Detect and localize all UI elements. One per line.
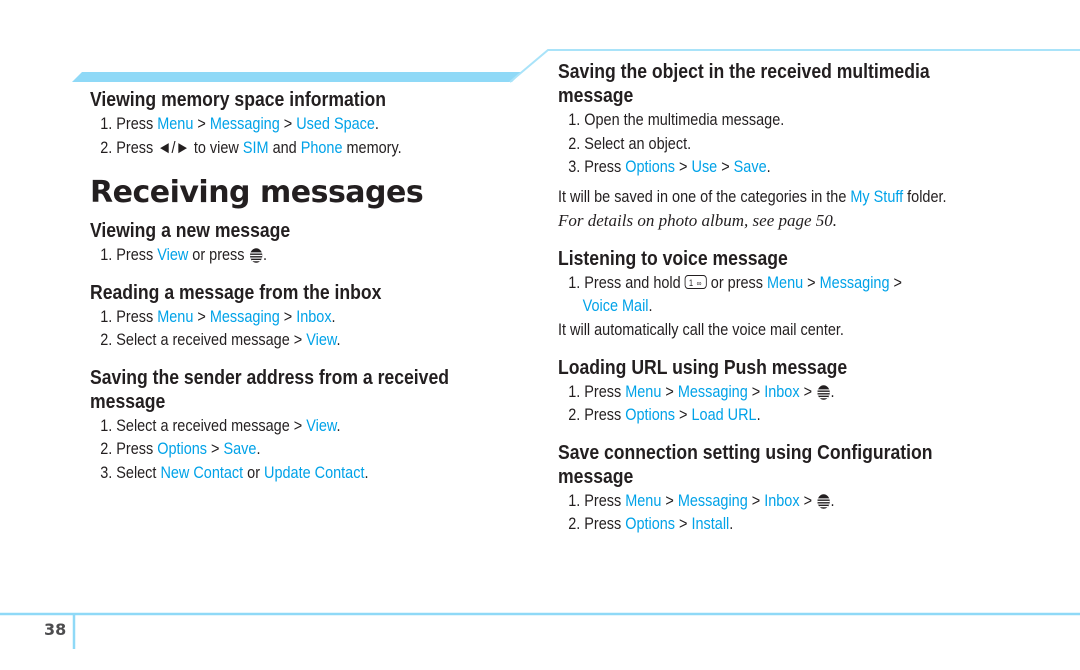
multimedia-step-1: 1. Open the multimedia message.: [568, 110, 785, 129]
config-step-2: 2. Press Options > Install.: [568, 514, 734, 533]
inbox-step-2: 2. Select a received message > View.: [100, 330, 341, 349]
push-step-2: 2. Press Options > Load URL.: [568, 405, 761, 424]
header-band: [72, 72, 522, 82]
sender-step-1: 1. Select a received message > View.: [100, 415, 341, 435]
multimedia-step-3: 3. Press Options > Use > Save.: [568, 157, 771, 176]
push-heading: Loading URL using Push message: [558, 356, 848, 379]
att-globe-key-icon: [817, 384, 830, 400]
memory-step-2: 2. Press ◄/► to view SIM and Phone memor…: [100, 137, 402, 157]
multimedia-note: It will be saved in one of the categorie…: [558, 186, 947, 206]
memory-steps: 1. Press Menu > Messaging > Used Space. …: [90, 112, 510, 159]
right-column: Saving the object in the received multim…: [558, 60, 1038, 536]
memory-step-1: 1. Press Menu > Messaging > Used Space.: [100, 114, 379, 133]
voice-heading: Listening to voice message: [558, 247, 788, 270]
config-heading: Save connection setting using Configurat…: [558, 441, 933, 488]
voice-note: It will automatically call the voice mai…: [558, 319, 844, 339]
multimedia-heading: Saving the object in the received multim…: [558, 61, 930, 107]
inbox-heading: Reading a message from the inbox: [90, 281, 382, 304]
memory-heading: Viewing memory space information: [90, 89, 387, 111]
section-title: Receiving messages: [90, 175, 424, 210]
left-column: Viewing memory space information 1. Pres…: [90, 88, 510, 484]
config-step-1: 1. Press Menu > Messaging > Inbox > .: [568, 490, 835, 510]
new-message-step-1: 1. Press View or press .: [100, 245, 267, 264]
sender-step-2: 2. Press Options > Save.: [100, 439, 261, 458]
att-globe-key-icon: [249, 248, 262, 263]
key-1-voicemail-icon: 1 ∞: [684, 275, 707, 290]
page-number: 38: [44, 620, 67, 639]
photo-album-reference: For details on photo album, see page 50.: [558, 210, 838, 230]
push-step-1: 1. Press Menu > Messaging > Inbox > .: [568, 381, 835, 401]
att-globe-key-icon: [817, 493, 830, 509]
sender-step-3: 3. Select New Contact or Update Contact.: [100, 462, 369, 482]
voice-step-1: 1. Press and hold 1 ∞ or press Menu > Mes…: [568, 272, 902, 316]
sender-heading: Saving the sender address from a receive…: [90, 366, 449, 413]
multimedia-step-2: 2. Select an object.: [568, 133, 692, 153]
inbox-step-1: 1. Press Menu > Messaging > Inbox.: [100, 306, 336, 326]
new-message-heading: Viewing a new message: [90, 220, 291, 242]
left-right-arrow-icon: ◄/►: [157, 137, 190, 157]
